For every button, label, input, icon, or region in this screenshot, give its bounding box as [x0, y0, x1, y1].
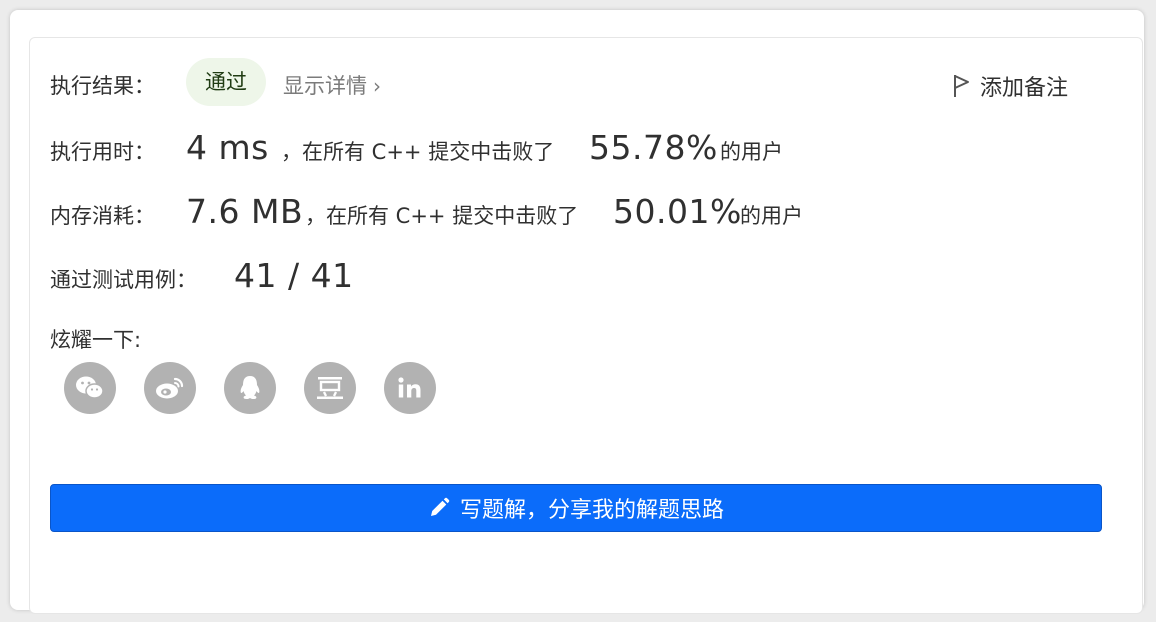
testcases-value: 41 / 41	[234, 256, 354, 295]
pencil-icon	[430, 497, 450, 516]
chevron-right-icon: ›	[373, 74, 381, 98]
share-label: 炫耀一下:	[50, 328, 142, 352]
runtime-label: 执行用时：	[50, 140, 155, 164]
memory-value: 7.6 MB	[186, 192, 304, 231]
show-details-link[interactable]: 显示详情 ›	[283, 70, 381, 100]
weibo-icon	[156, 377, 184, 399]
memory-users-text: 的用户	[740, 204, 803, 228]
qq-icon	[240, 376, 260, 400]
write-solution-label: 写题解，分享我的解题思路	[459, 498, 724, 523]
weibo-share-button[interactable]	[144, 362, 196, 414]
write-solution-button[interactable]: 写题解，分享我的解题思路	[50, 484, 1102, 532]
result-label: 执行结果：	[50, 74, 155, 98]
linkedin-icon	[398, 377, 421, 398]
runtime-users-text: 的用户	[720, 140, 783, 164]
linkedin-share-button[interactable]	[384, 362, 436, 414]
runtime-value: 4 ms	[186, 128, 269, 167]
status-badge: 通过	[186, 58, 266, 106]
wechat-share-button[interactable]	[64, 362, 116, 414]
runtime-beat-text: ，在所有 C++ 提交中击败了	[281, 140, 555, 164]
runtime-percent: 55.78%	[589, 128, 718, 167]
show-details-label: 显示详情	[283, 74, 367, 98]
qq-share-button[interactable]	[224, 362, 276, 414]
memory-beat-text: ，在所有 C++ 提交中击败了	[305, 204, 579, 228]
memory-percent: 50.01%	[613, 192, 742, 231]
add-note-label: 添加备注	[980, 76, 1069, 101]
testcases-label: 通过测试用例：	[50, 268, 197, 292]
douban-icon	[317, 377, 343, 399]
wechat-icon	[76, 376, 104, 399]
douban-share-button[interactable]	[304, 362, 356, 414]
memory-label: 内存消耗：	[50, 204, 155, 228]
flag-icon	[954, 75, 969, 97]
add-note-button[interactable]: 添加备注	[952, 70, 1068, 102]
